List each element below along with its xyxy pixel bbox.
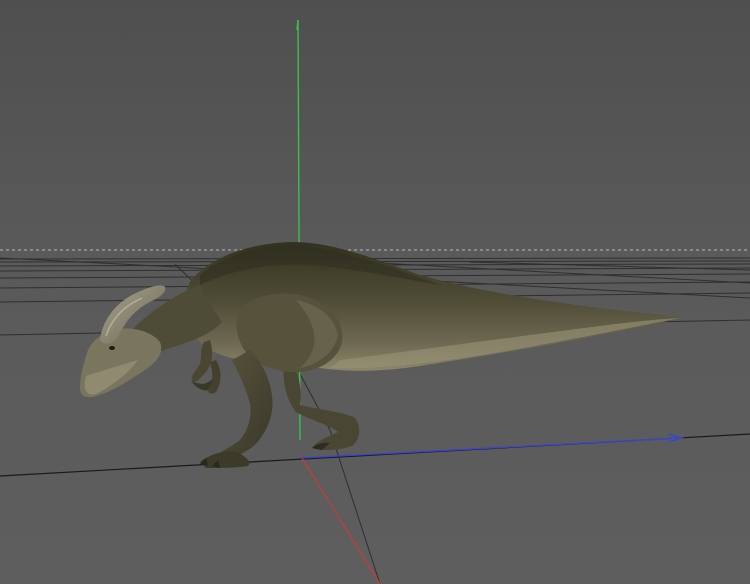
eye-icon xyxy=(109,346,115,350)
3d-viewport[interactable] xyxy=(0,0,750,584)
viewport-canvas[interactable] xyxy=(0,0,750,584)
y-axis-tip xyxy=(296,19,299,31)
